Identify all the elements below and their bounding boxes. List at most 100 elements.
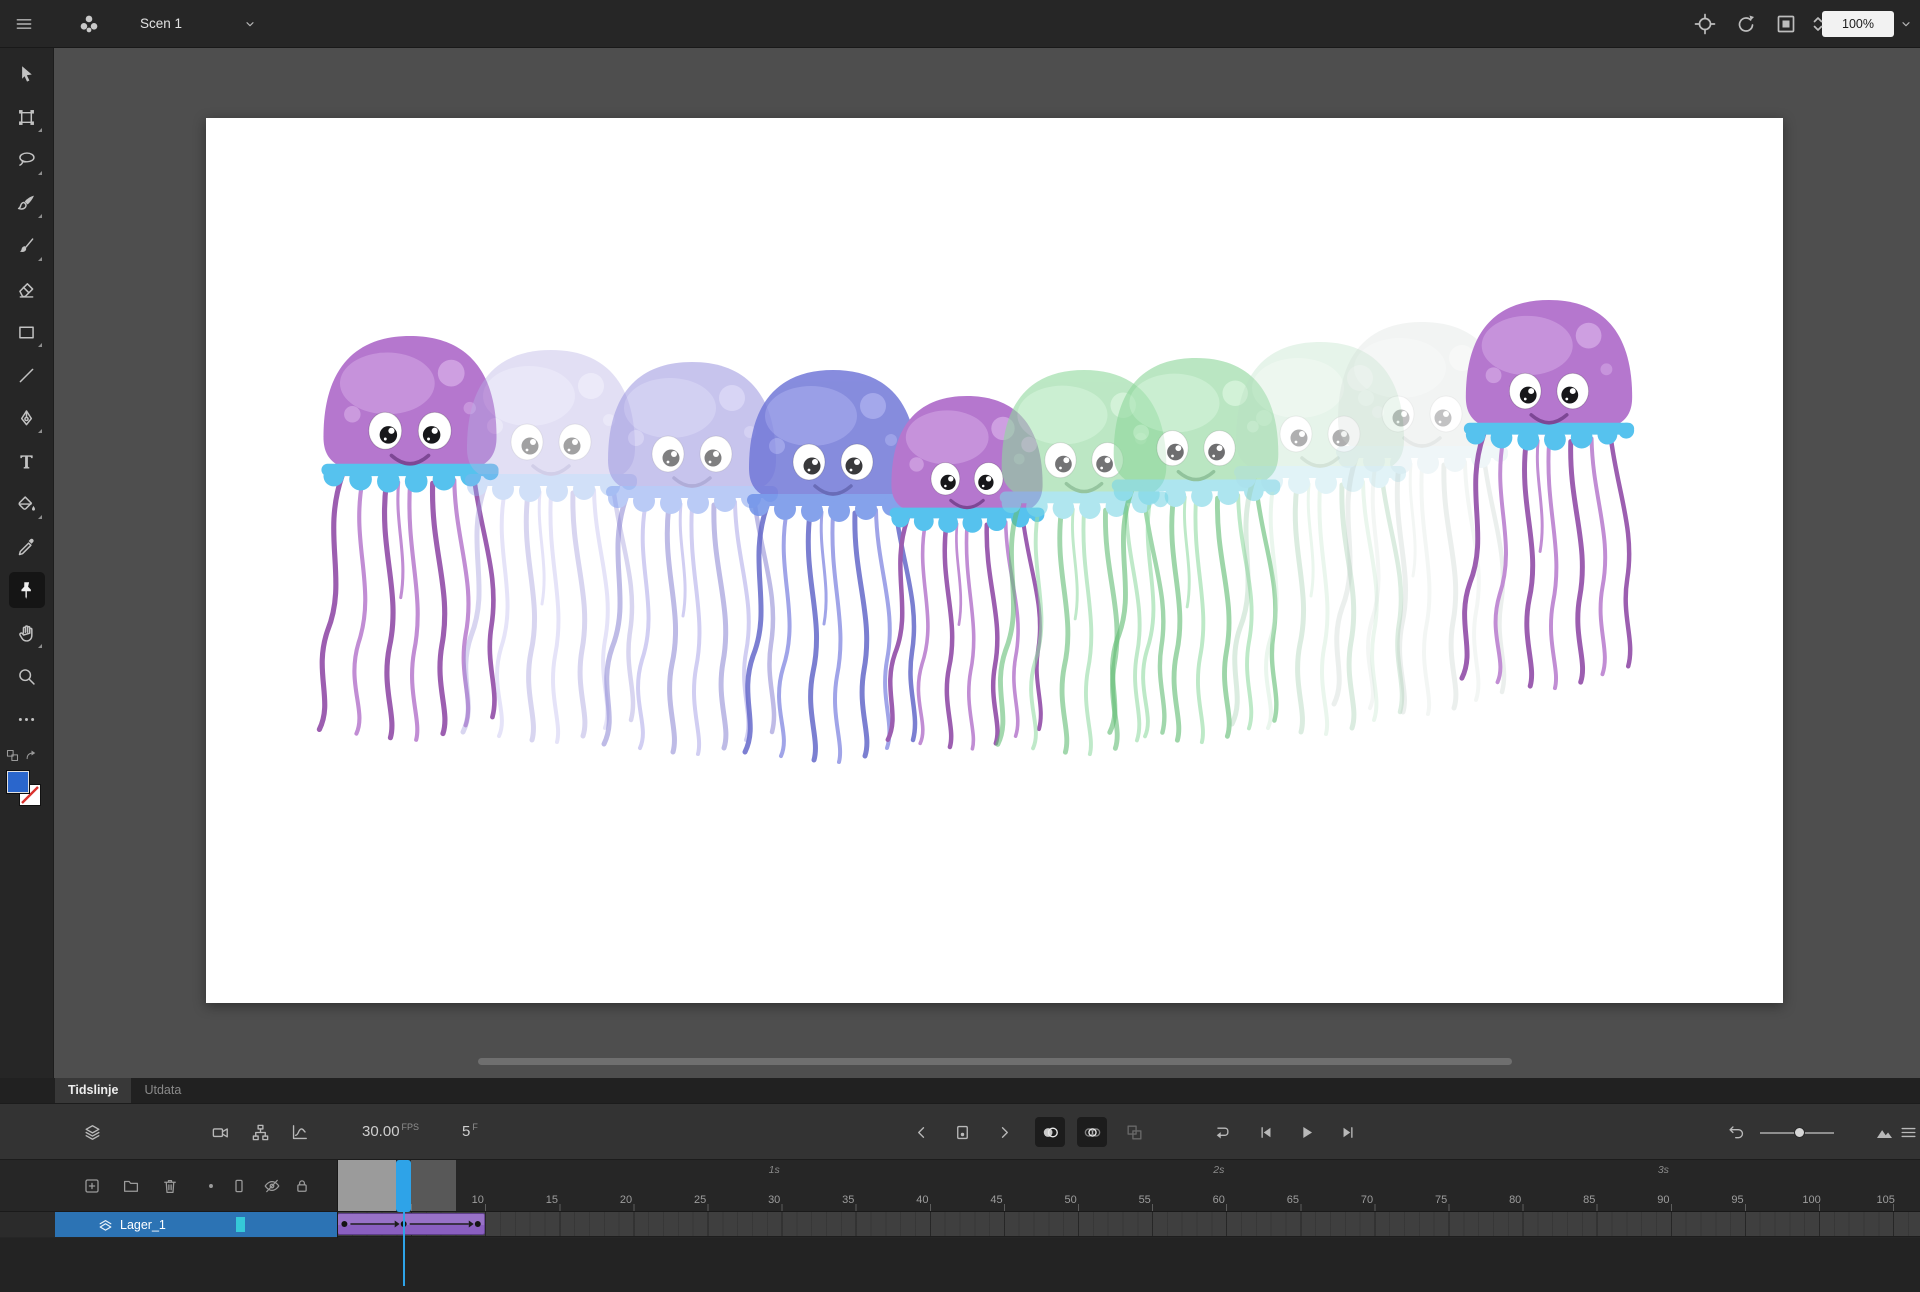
delete-layer-button[interactable] xyxy=(161,1177,179,1195)
pen-tool[interactable] xyxy=(9,400,45,436)
eraser-tool[interactable] xyxy=(9,271,45,307)
flyout-corner xyxy=(37,515,42,519)
loop-playback-button[interactable] xyxy=(1206,1117,1236,1147)
clip-content-icon[interactable] xyxy=(1774,12,1798,36)
next-keyframe-button[interactable] xyxy=(989,1117,1019,1147)
onion-skin-icon xyxy=(1041,1123,1060,1142)
frame-number: 80 xyxy=(1509,1194,1522,1206)
stage-canvas[interactable] xyxy=(206,118,1783,1003)
zoom-caret-icon[interactable] xyxy=(1898,16,1914,32)
edit-multiple-frames-button[interactable] xyxy=(1119,1117,1149,1147)
eyedropper-tool[interactable] xyxy=(9,529,45,565)
insert-keyframe-button[interactable] xyxy=(947,1117,977,1147)
insert-keyframe-icon xyxy=(953,1123,972,1142)
new-folder-button[interactable] xyxy=(122,1177,140,1195)
fluid-brush-tool[interactable] xyxy=(9,185,45,221)
flyout-corner xyxy=(37,429,42,433)
previous-keyframe-button[interactable] xyxy=(906,1117,936,1147)
layers-icon xyxy=(83,1123,102,1142)
panel-menu-button[interactable] xyxy=(1893,1117,1920,1147)
graph-editor-button[interactable] xyxy=(284,1117,314,1147)
line-tool[interactable] xyxy=(9,357,45,393)
timeline-zoom-slider[interactable] xyxy=(1760,1127,1834,1138)
step-back-button[interactable] xyxy=(1251,1117,1281,1147)
stepper-icon[interactable] xyxy=(1806,12,1830,36)
layer-area: Lager_1 xyxy=(0,1212,1920,1237)
layer-frame-track[interactable] xyxy=(337,1212,1920,1237)
text-tool[interactable] xyxy=(9,443,45,479)
lasso-icon xyxy=(16,150,37,171)
timeline-panel: Tidslinje Utdata 30.00 FPS 5F 1s 2s 3s 10 15 2… xyxy=(0,1078,1920,1292)
frame-ruler[interactable]: 1s 2s 3s 10 15 20 25 30 35 40 45 50 55 60 65 70 75 80 85 90… xyxy=(337,1160,1920,1212)
next-keyframe-icon xyxy=(995,1123,1014,1142)
layers-panel-toggle-button[interactable] xyxy=(77,1117,107,1147)
hand-tool[interactable] xyxy=(9,615,45,651)
rectangle-icon xyxy=(16,322,37,343)
tab-utdata[interactable]: Utdata xyxy=(131,1078,194,1103)
current-frame-unit: F xyxy=(472,1122,478,1132)
asset-warp-tool[interactable] xyxy=(8,572,45,608)
lock-layers-button[interactable] xyxy=(293,1177,311,1195)
graph-icon xyxy=(290,1123,309,1142)
layer-name: Lager_1 xyxy=(120,1217,166,1232)
frame-number: 40 xyxy=(916,1194,929,1206)
slider-knob[interactable] xyxy=(1794,1127,1805,1138)
rectangle-tool[interactable] xyxy=(9,314,45,350)
paint-bucket-icon xyxy=(16,494,37,515)
selection-tool[interactable] xyxy=(9,56,45,92)
snap-overlap-icon[interactable] xyxy=(5,748,20,763)
new-layer-button[interactable] xyxy=(83,1177,101,1195)
crosshair-icon[interactable] xyxy=(1693,12,1717,36)
play-button[interactable] xyxy=(1291,1117,1321,1147)
pen-icon xyxy=(16,408,37,429)
more-tools[interactable] xyxy=(9,701,45,737)
app-menu-icon[interactable] xyxy=(14,14,34,34)
playhead[interactable] xyxy=(396,1160,412,1212)
zoom-icon xyxy=(16,666,37,687)
onion-skin-range[interactable] xyxy=(337,1160,397,1211)
layer-row[interactable]: Lager_1 xyxy=(55,1212,337,1237)
canvas-horizontal-scrollbar[interactable] xyxy=(478,1058,1512,1065)
select-arrow-icon xyxy=(16,64,37,85)
zoom-level-select[interactable]: 100% xyxy=(1822,11,1894,37)
flyout-corner xyxy=(37,171,42,175)
tab-tidslinje[interactable]: Tidslinje xyxy=(55,1078,132,1103)
free-transform-icon xyxy=(16,107,37,128)
timeline-empty-area xyxy=(0,1238,1920,1292)
add-camera-button[interactable] xyxy=(205,1117,235,1147)
onion-skin-outlines-button[interactable] xyxy=(1077,1117,1107,1147)
outline-layers-button[interactable] xyxy=(230,1177,248,1195)
layer-outline-color-swatch[interactable] xyxy=(236,1217,245,1232)
classic-brush-tool[interactable] xyxy=(9,228,45,264)
classic-brush-icon xyxy=(16,236,37,257)
color-swatches xyxy=(6,770,51,817)
zoom-tool[interactable] xyxy=(9,658,45,694)
frame-rate-display[interactable]: 30.00 FPS xyxy=(362,1122,419,1140)
pasteboard[interactable] xyxy=(54,48,1920,1078)
lasso-tool[interactable] xyxy=(9,142,45,178)
timeline-toolbar: 30.00 FPS 5F xyxy=(0,1103,1920,1160)
free-transform-tool[interactable] xyxy=(9,99,45,135)
snap-arrow-icon[interactable] xyxy=(24,748,39,763)
onion-skin-button[interactable] xyxy=(1035,1117,1065,1147)
classic-tween-span[interactable] xyxy=(337,1213,486,1235)
frame-number: 90 xyxy=(1657,1194,1670,1206)
frame-number: 50 xyxy=(1064,1194,1077,1206)
scene-selector[interactable]: Scen 1 xyxy=(140,16,258,32)
fill-color-swatch[interactable] xyxy=(6,770,30,794)
advanced-layers-button[interactable] xyxy=(245,1117,275,1147)
frame-number: 75 xyxy=(1434,1194,1448,1206)
flyout-corner xyxy=(37,128,42,132)
onion-skin-range[interactable] xyxy=(411,1160,456,1211)
flyout-corner xyxy=(37,257,42,261)
highlight-layers-button[interactable] xyxy=(202,1177,220,1195)
rotate-icon[interactable] xyxy=(1734,12,1758,36)
hand-icon xyxy=(16,623,37,644)
line-icon xyxy=(16,365,37,386)
paint-bucket-tool[interactable] xyxy=(9,486,45,522)
current-frame-display[interactable]: 5F xyxy=(462,1122,478,1140)
reset-timeline-zoom-button[interactable] xyxy=(1721,1117,1751,1147)
show-hide-layers-button[interactable] xyxy=(263,1177,281,1195)
jellyfish-artwork[interactable] xyxy=(206,118,1783,1003)
step-forward-button[interactable] xyxy=(1332,1117,1362,1147)
